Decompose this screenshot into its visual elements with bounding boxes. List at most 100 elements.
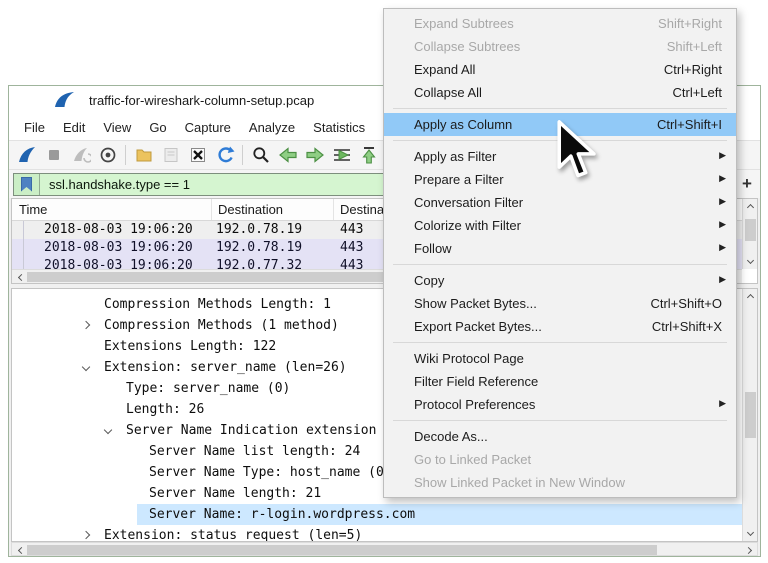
scroll-right-button[interactable] [742,543,757,557]
packet-detail-vscrollbar[interactable] [742,289,757,541]
menu-item-label: Show Linked Packet in New Window [414,475,722,490]
detail-row[interactable]: Extension: status_request (len=5) [12,525,742,541]
collapsed-arrow-icon[interactable] [82,321,90,329]
menu-item-label: Follow [414,241,722,256]
menu-item-shortcut: Ctrl+Shift+O [650,296,722,311]
context-menu-item-copy[interactable]: Copy▶ [384,269,736,292]
detail-row-label: Server Name list length: 24 [149,441,360,462]
scroll-left-button[interactable] [12,543,27,557]
column-header-time[interactable]: Time [12,199,212,220]
packet-detail-hscrollbar[interactable] [11,542,758,556]
detail-row-label: Type: server_name (0) [126,378,290,399]
menu-item-shortcut: Ctrl+Left [673,85,723,100]
menu-item-label: Expand Subtrees [414,16,658,31]
column-header-destination[interactable]: Destination [212,199,334,220]
scroll-left-button[interactable] [12,270,27,284]
packet-cell-destination: 192.0.78.19 [212,221,334,239]
close-file-icon[interactable] [184,142,211,168]
mouse-cursor [556,120,598,182]
menubar-item-file[interactable]: File [15,117,54,138]
menu-item-label: Collapse Subtrees [414,39,667,54]
context-menu-item-collapse-all[interactable]: Collapse AllCtrl+Left [384,81,736,104]
submenu-arrow-icon: ▶ [719,219,726,230]
context-menu-item-protocol-preferences[interactable]: Protocol Preferences▶ [384,393,736,416]
context-menu-item-follow[interactable]: Follow▶ [384,237,736,260]
context-menu-item-export-packet-bytes[interactable]: Export Packet Bytes...Ctrl+Shift+X [384,315,736,338]
submenu-arrow-icon: ▶ [719,398,726,409]
scroll-up-button[interactable] [743,289,758,303]
vscroll-thumb[interactable] [745,219,756,241]
packet-cell-time: 2018-08-03 19:06:20 [24,257,212,269]
detail-row-label: Server Name length: 21 [149,483,321,504]
chevron-left-icon [17,273,24,280]
go-back-icon[interactable] [274,142,301,168]
detail-row-label: Extensions Length: 122 [104,336,276,357]
context-menu-item-conversation-filter[interactable]: Conversation Filter▶ [384,191,736,214]
context-menu-item-collapse-subtrees: Collapse SubtreesShift+Left [384,35,736,58]
submenu-arrow-icon: ▶ [719,150,726,161]
menu-item-label: Protocol Preferences [414,397,722,412]
go-forward-icon[interactable] [301,142,328,168]
add-filter-button[interactable]: + [738,174,756,194]
detail-row-label: Extension: status_request (len=5) [104,525,362,541]
context-menu-item-wiki-protocol-page[interactable]: Wiki Protocol Page [384,347,736,370]
scroll-down-button[interactable] [743,255,758,269]
expanded-arrow-icon[interactable] [82,363,90,371]
bookmark-icon [21,177,32,192]
filter-bookmark-button[interactable] [14,174,40,195]
menu-item-label: Wiki Protocol Page [414,351,722,366]
find-packet-icon[interactable] [247,142,274,168]
scroll-down-button[interactable] [743,527,758,541]
submenu-arrow-icon: ▶ [719,196,726,207]
context-menu-item-show-linked-packet-in-new-window: Show Linked Packet in New Window [384,471,736,494]
hscroll-thumb[interactable] [27,545,657,555]
packet-cell-time: 2018-08-03 19:06:20 [24,239,212,257]
packet-cell-destination: 192.0.78.19 [212,239,334,257]
context-menu-item-expand-all[interactable]: Expand AllCtrl+Right [384,58,736,81]
capture-options-icon[interactable] [94,142,121,168]
menu-separator [393,108,727,109]
detail-row[interactable]: Server Name: r-login.wordpress.com [12,504,742,525]
chevron-up-icon [747,294,754,301]
detail-row-label: Server Name Type: host_name (0) [149,462,392,483]
menubar-item-capture[interactable]: Capture [176,117,240,138]
open-file-icon[interactable] [130,142,157,168]
detail-row-label: Compression Methods Length: 1 [104,294,331,315]
menu-item-label: Colorize with Filter [414,218,722,233]
stop-capture-icon[interactable] [40,142,67,168]
menu-item-shortcut: Ctrl+Shift+I [657,117,722,132]
vscroll-thumb[interactable] [745,392,756,438]
menubar-item-view[interactable]: View [94,117,140,138]
menu-separator [393,420,727,421]
chevron-left-icon [17,546,24,553]
save-file-icon[interactable] [157,142,184,168]
start-capture-fin-icon[interactable] [13,142,40,168]
menubar-item-go[interactable]: Go [140,117,175,138]
collapsed-arrow-icon[interactable] [82,531,90,539]
menu-item-shortcut: Shift+Right [658,16,722,31]
chevron-down-icon [747,257,754,264]
expanded-arrow-icon[interactable] [104,426,112,434]
menu-item-label: Go to Linked Packet [414,452,722,467]
menu-item-shortcut: Shift+Left [667,39,722,54]
context-menu-item-decode-as[interactable]: Decode As... [384,425,736,448]
context-menu-item-filter-field-reference[interactable]: Filter Field Reference [384,370,736,393]
detail-row-label: Extension: server_name (len=26) [104,357,347,378]
go-to-first-packet-icon[interactable] [355,142,382,168]
menubar-item-analyze[interactable]: Analyze [240,117,304,138]
context-menu-item-show-packet-bytes[interactable]: Show Packet Bytes...Ctrl+Shift+O [384,292,736,315]
menu-item-label: Apply as Column [414,117,657,132]
context-menu-item-go-to-linked-packet: Go to Linked Packet [384,448,736,471]
reload-icon[interactable] [211,142,238,168]
packet-list-vscrollbar[interactable] [742,199,757,269]
go-to-packet-icon[interactable] [328,142,355,168]
scroll-up-button[interactable] [743,199,758,213]
menu-item-label: Expand All [414,62,664,77]
menubar-item-statistics[interactable]: Statistics [304,117,374,138]
detail-row-label: Compression Methods (1 method) [104,315,339,336]
detail-row-label: Server Name: r-login.wordpress.com [149,504,415,525]
toolbar-separator [125,145,126,165]
menubar-item-edit[interactable]: Edit [54,117,94,138]
context-menu-item-colorize-with-filter[interactable]: Colorize with Filter▶ [384,214,736,237]
restart-capture-icon[interactable] [67,142,94,168]
